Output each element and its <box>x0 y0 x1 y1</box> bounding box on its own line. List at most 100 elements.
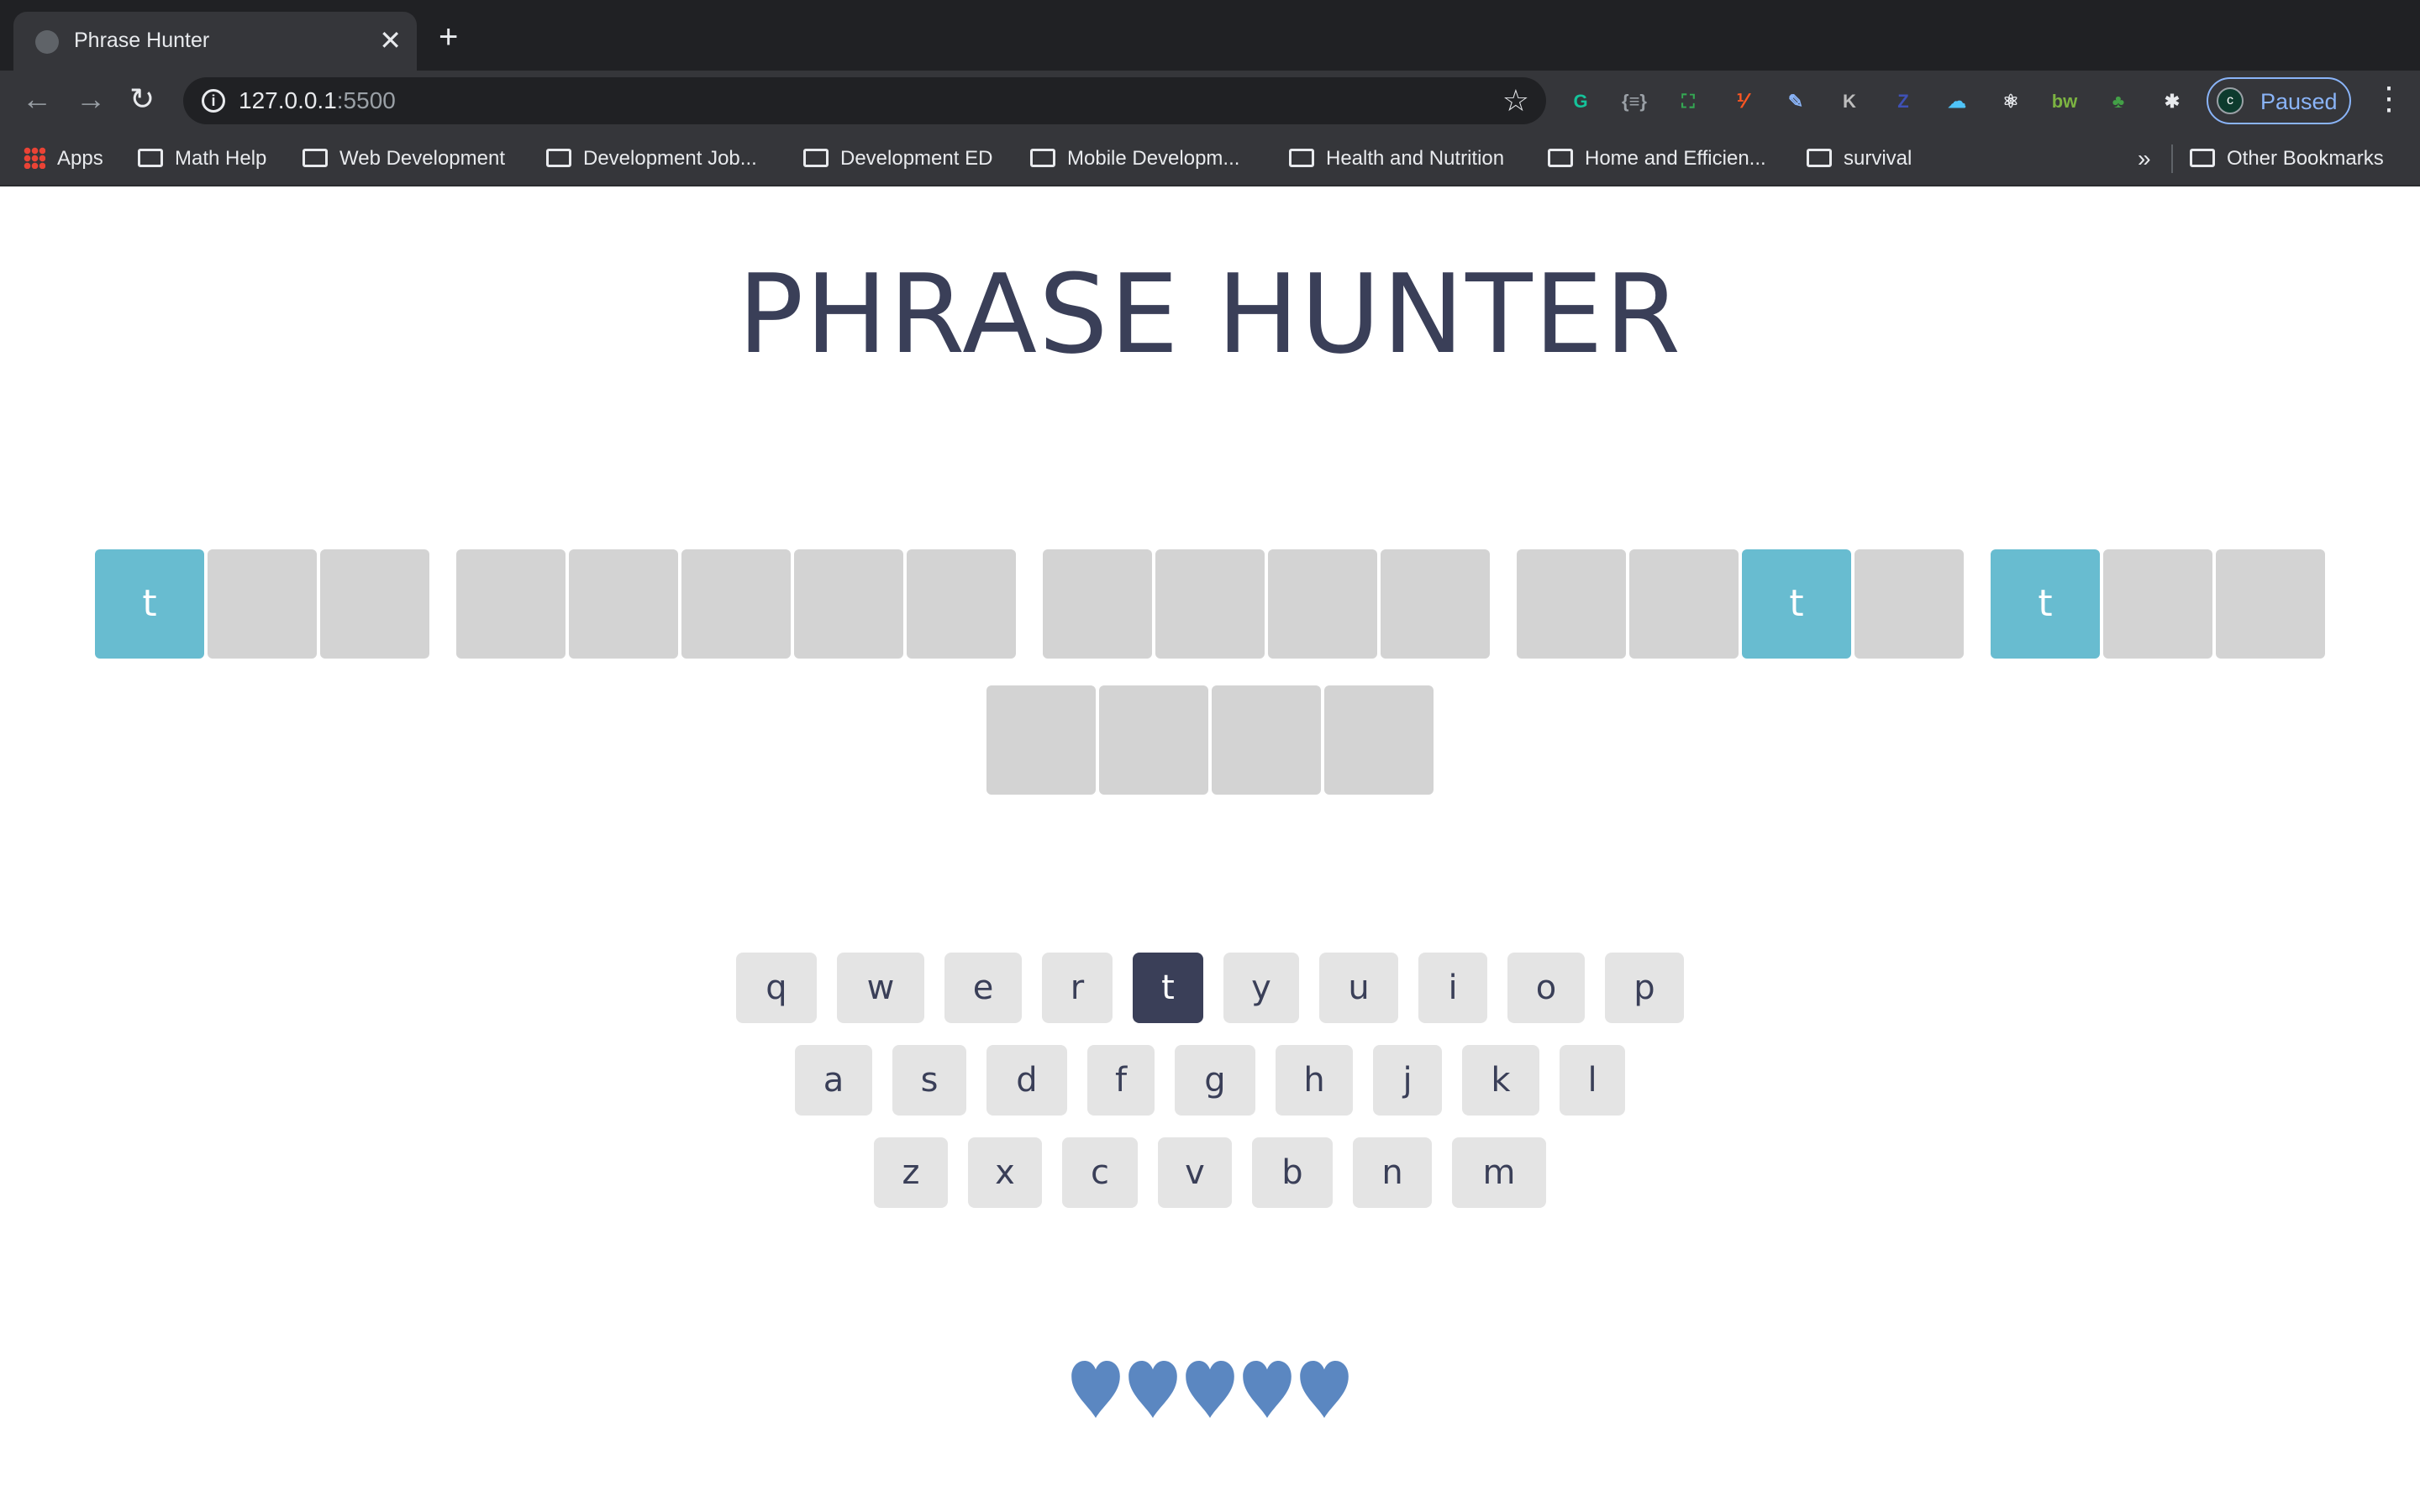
keyboard-row: asdfghjkl <box>0 1045 2420 1116</box>
bookmark-item[interactable]: Mobile Developm... <box>1030 144 1239 173</box>
bookmark-item[interactable]: Development Job... <box>546 144 757 173</box>
globe-icon <box>35 30 59 54</box>
profile-status: Paused <box>2260 89 2338 114</box>
phrase-word: t <box>1991 549 2325 659</box>
address-bar[interactable]: i 127.0.0.1:5500 ☆ <box>183 77 1546 124</box>
bookmark-label: Home and Efficien... <box>1585 147 1766 170</box>
url-port: :5500 <box>336 87 396 113</box>
letter-tile-hidden <box>569 549 678 659</box>
key-i[interactable]: i <box>1418 953 1487 1023</box>
reload-icon[interactable]: ↻ <box>129 82 155 116</box>
folder-icon <box>1030 149 1055 167</box>
react-devtools-extension-icon[interactable]: ⚛ <box>1996 87 2025 116</box>
keyboard-row: zxcvbnm <box>0 1137 2420 1208</box>
letter-tile-hidden <box>1381 549 1490 659</box>
key-j[interactable]: j <box>1373 1045 1442 1116</box>
folder-icon <box>302 149 328 167</box>
forward-arrow-icon[interactable]: → <box>76 82 106 116</box>
phrase-board: ttt <box>67 549 2353 795</box>
kebab-menu-icon[interactable]: ⋮ <box>2373 82 2405 116</box>
bookmark-label: Apps <box>57 147 103 170</box>
key-q[interactable]: q <box>736 953 817 1023</box>
tree-extension-icon[interactable]: ♣ <box>2104 87 2133 116</box>
back-arrow-icon[interactable]: ← <box>22 82 52 116</box>
letter-tile-hidden <box>1854 549 1964 659</box>
browser-tab[interactable]: Phrase Hunter ✕ <box>13 12 417 71</box>
key-d[interactable]: d <box>986 1045 1067 1116</box>
bookmarks-divider <box>2171 144 2173 173</box>
key-v[interactable]: v <box>1158 1137 1232 1208</box>
letter-tile-hidden <box>2103 549 2212 659</box>
cloud-extension-icon[interactable]: ☁ <box>1943 87 1971 116</box>
info-icon[interactable]: i <box>202 89 225 113</box>
puzzle-extensions-icon[interactable]: ✱ <box>2158 87 2186 116</box>
bw-extension-icon[interactable]: bw <box>2050 87 2079 116</box>
bookmark-other[interactable]: Other Bookmarks <box>2190 144 2384 173</box>
letter-tile-hidden <box>681 549 791 659</box>
bookmark-label: survival <box>1844 147 1912 170</box>
tab-title: Phrase Hunter <box>74 29 210 52</box>
profile-button[interactable]: c Paused <box>2207 77 2351 124</box>
letter-tile-hidden <box>1212 685 1321 795</box>
key-a[interactable]: a <box>795 1045 872 1116</box>
screenshot-extension-icon[interactable]: ⛶ <box>1674 87 1702 116</box>
key-t-chosen[interactable]: t <box>1133 953 1203 1023</box>
letter-tile-hidden <box>1043 549 1152 659</box>
key-l[interactable]: l <box>1560 1045 1625 1116</box>
bookmark-label: Health and Nutrition <box>1326 147 1505 170</box>
phrase-word <box>1043 549 1490 659</box>
url-text[interactable]: 127.0.0.1:5500 <box>239 87 396 114</box>
onscreen-keyboard: qwertyuiop asdfghjkl zxcvbnm <box>0 953 2420 1230</box>
phrase-word: t <box>95 549 429 659</box>
bookmark-star-icon[interactable]: ☆ <box>1502 82 1529 119</box>
key-k[interactable]: k <box>1462 1045 1539 1116</box>
new-tab-button[interactable]: + <box>439 20 458 54</box>
phrase-word <box>986 685 1434 795</box>
key-f[interactable]: f <box>1087 1045 1155 1116</box>
letter-tile-hidden <box>1324 685 1434 795</box>
key-m[interactable]: m <box>1452 1137 1546 1208</box>
grammarly-extension-icon[interactable]: G <box>1566 87 1595 116</box>
folder-icon <box>1289 149 1314 167</box>
close-icon[interactable]: ✕ <box>379 24 402 57</box>
bookmark-item[interactable]: Health and Nutrition <box>1289 144 1504 173</box>
kami-extension-icon[interactable]: K <box>1835 87 1864 116</box>
bookmark-item[interactable]: survival <box>1807 144 1912 173</box>
key-p[interactable]: p <box>1605 953 1684 1023</box>
key-z[interactable]: z <box>874 1137 948 1208</box>
json-extension-icon[interactable]: {≡} <box>1620 87 1649 116</box>
key-b[interactable]: b <box>1252 1137 1333 1208</box>
key-r[interactable]: r <box>1042 953 1113 1023</box>
key-c[interactable]: c <box>1062 1137 1138 1208</box>
bookmarks-bar: Apps Math Help Web Development Development … <box>0 131 2420 186</box>
avatar: c <box>2217 87 2244 114</box>
color-picker-extension-icon[interactable]: ✎ <box>1781 87 1810 116</box>
letter-tile-hidden <box>1517 549 1626 659</box>
zotero-extension-icon[interactable]: Z <box>1889 87 1918 116</box>
letter-tile-hidden <box>320 549 429 659</box>
key-h[interactable]: h <box>1276 1045 1353 1116</box>
key-u[interactable]: u <box>1319 953 1398 1023</box>
keyboard-row: qwertyuiop <box>0 953 2420 1023</box>
bookmark-item[interactable]: Web Development <box>302 144 505 173</box>
key-s[interactable]: s <box>892 1045 966 1116</box>
key-o[interactable]: o <box>1507 953 1585 1023</box>
letter-tile-hidden <box>986 685 1096 795</box>
key-w[interactable]: w <box>837 953 924 1023</box>
key-y[interactable]: y <box>1223 953 1299 1023</box>
bookmark-label: Development Job... <box>583 147 757 170</box>
folder-icon <box>546 149 571 167</box>
key-g[interactable]: g <box>1175 1045 1255 1116</box>
folder-icon <box>1548 149 1573 167</box>
lives-scoreboard <box>0 1359 2420 1420</box>
key-e[interactable]: e <box>944 953 1022 1023</box>
folder-icon <box>138 149 163 167</box>
key-x[interactable]: x <box>968 1137 1042 1208</box>
key-n[interactable]: n <box>1353 1137 1432 1208</box>
bookmark-item[interactable]: Math Help <box>138 144 266 173</box>
bookmarks-overflow-icon[interactable]: » <box>2138 144 2151 173</box>
bookmark-item[interactable]: Development ED <box>803 144 992 173</box>
bookmark-item[interactable]: Apps <box>24 144 103 173</box>
translate-extension-icon[interactable]: ⅟ <box>1728 87 1756 116</box>
bookmark-item[interactable]: Home and Efficien... <box>1548 144 1766 173</box>
